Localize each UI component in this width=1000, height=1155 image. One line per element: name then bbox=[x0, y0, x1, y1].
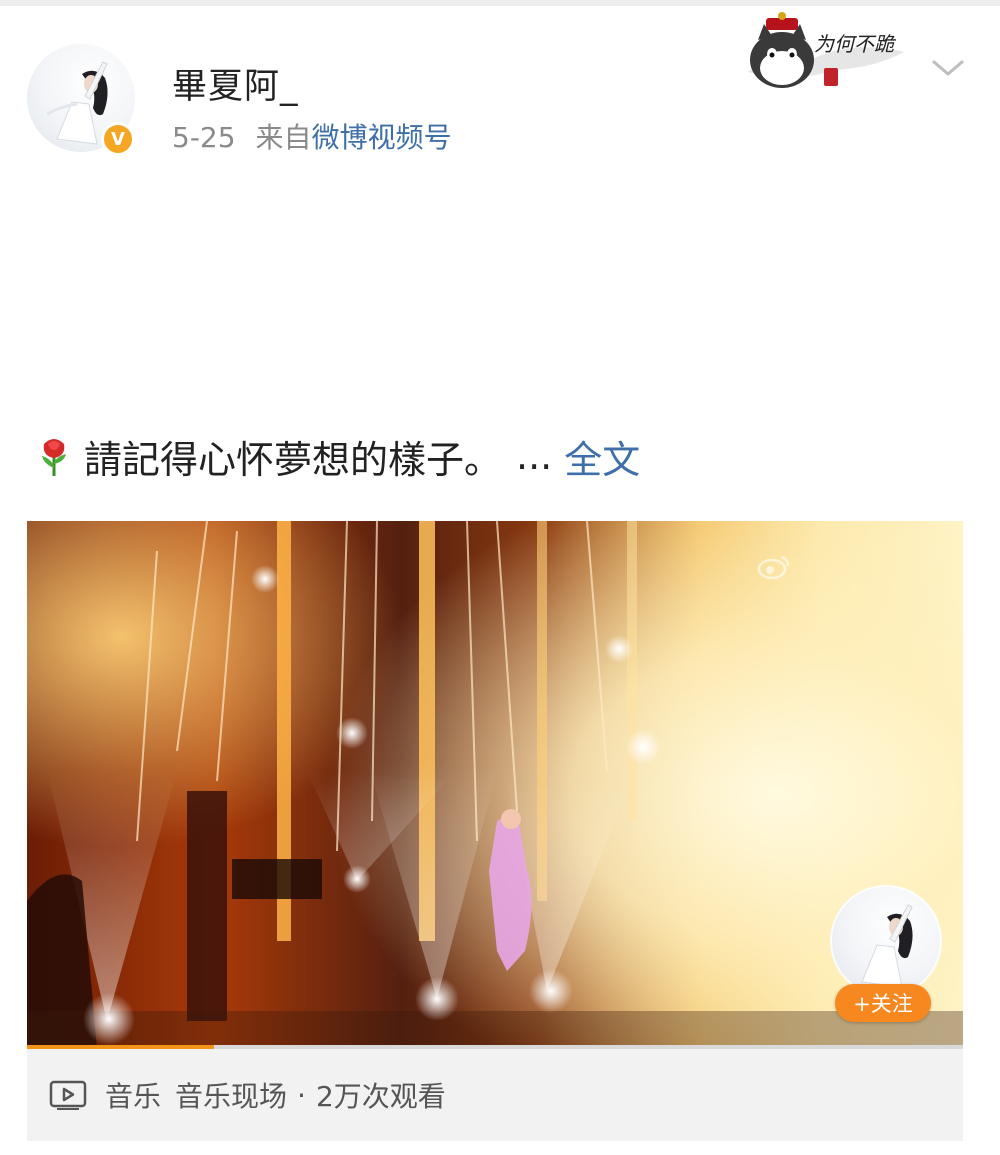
source-link[interactable]: 微博视频号 bbox=[312, 121, 452, 154]
post-text-line: 請記得心怀夢想的樣子。 ... 全文 bbox=[36, 428, 640, 484]
video-watermark bbox=[757, 553, 799, 579]
sticker-text: 为何不跪 bbox=[814, 32, 894, 56]
decorative-sticker: 为何不跪 bbox=[744, 10, 912, 92]
avatar-figure-icon bbox=[861, 904, 913, 988]
post-meta: 5-25 来自微博视频号 bbox=[172, 116, 452, 156]
video-subcategory[interactable]: 音乐现场 bbox=[175, 1075, 287, 1115]
post-date: 5-25 bbox=[172, 121, 236, 154]
stage-lights-scene bbox=[27, 521, 963, 1048]
video-view-count: 2万次观看 bbox=[315, 1080, 446, 1113]
weibo-logo-icon bbox=[757, 555, 790, 579]
verified-badge: V bbox=[101, 122, 135, 156]
top-strip bbox=[0, 0, 1000, 6]
text-ellipsis: ... bbox=[516, 434, 553, 478]
video-author-avatar[interactable] bbox=[830, 885, 942, 997]
follow-button[interactable]: +关注 bbox=[835, 984, 931, 1022]
video-category[interactable]: 音乐 bbox=[105, 1075, 161, 1115]
footer-separator: · bbox=[297, 1078, 306, 1112]
author-name[interactable]: 畢夏阿_ bbox=[172, 58, 299, 109]
video-info-bar[interactable]: 音乐 音乐现场 · 2万次观看 bbox=[27, 1049, 963, 1141]
video-player[interactable]: +关注 bbox=[27, 521, 963, 1048]
expand-full-text-link[interactable]: 全文 bbox=[564, 429, 640, 484]
post-text: 請記得心怀夢想的樣子。 bbox=[84, 437, 503, 482]
rose-icon bbox=[42, 439, 66, 476]
source-prefix: 来自 bbox=[255, 121, 312, 154]
chevron-down-icon[interactable] bbox=[930, 56, 966, 80]
play-icon bbox=[49, 1080, 87, 1110]
